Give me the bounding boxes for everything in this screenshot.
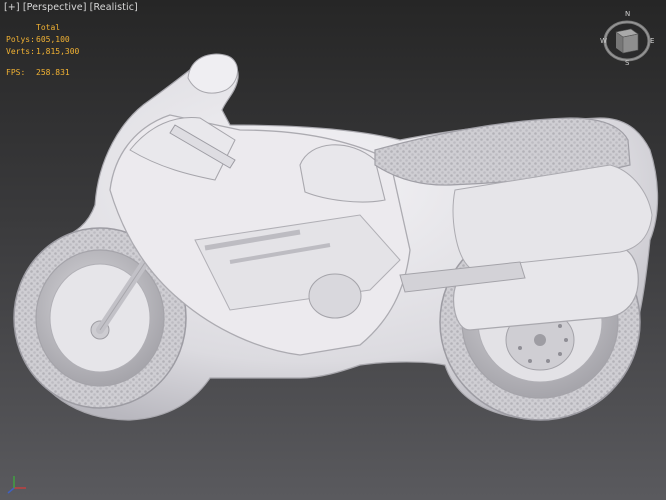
engine-cover [308,273,362,319]
axis-tripod-icon [7,476,26,494]
perspective-viewport[interactable]: [+] [Perspective] [Realistic] Total Poly… [0,0,666,500]
motorcycle-relief-model[interactable] [0,0,666,500]
mirror [187,53,238,94]
